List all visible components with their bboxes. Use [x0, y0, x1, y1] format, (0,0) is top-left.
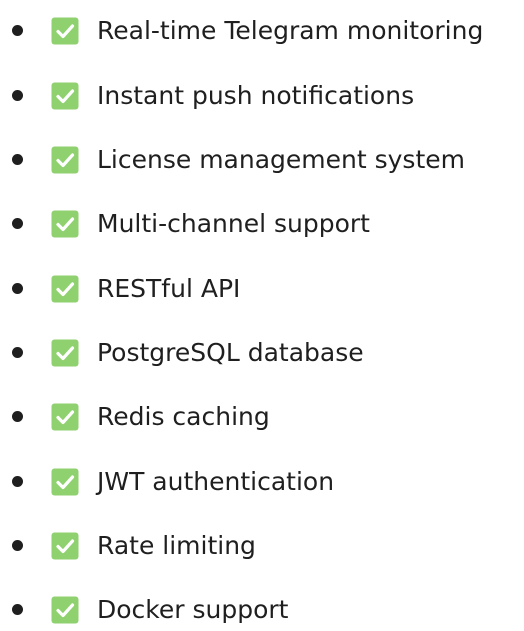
- feature-label: License management system: [97, 145, 465, 174]
- bullet-dot: [12, 347, 23, 358]
- list-item: JWT authentication: [0, 462, 524, 502]
- check-box-icon: [51, 403, 79, 431]
- check-box-icon: [51, 17, 79, 45]
- list-item: Rate limiting: [0, 526, 524, 566]
- list-item: License management system: [0, 140, 524, 180]
- check-box-icon: [51, 146, 79, 174]
- bullet-dot: [12, 540, 23, 551]
- list-item: Multi-channel support: [0, 204, 524, 244]
- check-box-icon: [51, 468, 79, 496]
- check-box-icon: [51, 532, 79, 560]
- bullet-dot: [12, 411, 23, 422]
- bullet-dot: [12, 476, 23, 487]
- list-item: RESTful API: [0, 269, 524, 309]
- list-item: Real-time Telegram monitoring: [0, 11, 524, 51]
- feature-label: Real-time Telegram monitoring: [97, 16, 484, 45]
- bullet-dot: [12, 90, 23, 101]
- feature-label: Redis caching: [97, 402, 270, 431]
- list-item: Docker support: [0, 590, 524, 630]
- bullet-dot: [12, 154, 23, 165]
- feature-label: Instant push notifications: [97, 81, 415, 110]
- list-item: Redis caching: [0, 397, 524, 437]
- list-item: Instant push notifications: [0, 76, 524, 116]
- check-box-icon: [51, 275, 79, 303]
- feature-label: Docker support: [97, 595, 289, 624]
- bullet-dot: [12, 218, 23, 229]
- check-box-icon: [51, 339, 79, 367]
- feature-label: Multi-channel support: [97, 209, 370, 238]
- check-box-icon: [51, 596, 79, 624]
- feature-label: RESTful API: [97, 274, 241, 303]
- check-box-icon: [51, 82, 79, 110]
- feature-label: PostgreSQL database: [97, 338, 364, 367]
- bullet-dot: [12, 25, 23, 36]
- bullet-dot: [12, 283, 23, 294]
- bullet-dot: [12, 604, 23, 615]
- feature-label: JWT authentication: [97, 467, 335, 496]
- check-box-icon: [51, 210, 79, 238]
- list-item: PostgreSQL database: [0, 333, 524, 373]
- feature-label: Rate limiting: [97, 531, 256, 560]
